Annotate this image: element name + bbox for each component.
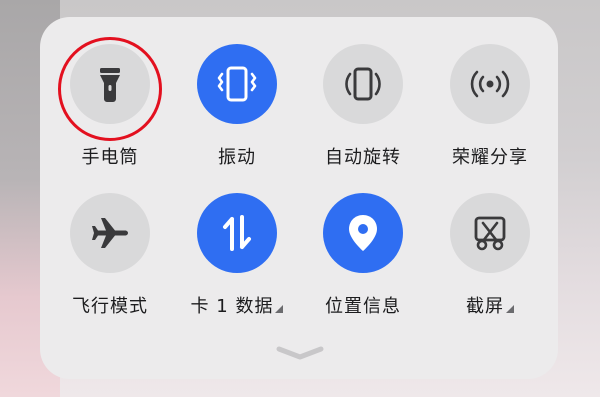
tile-mobile-data-text: 卡 1 数据 [190, 296, 274, 317]
auto-rotate-icon [345, 67, 381, 101]
tile-screenshot[interactable]: 截屏 [425, 166, 555, 317]
tile-auto-rotate-button[interactable] [323, 44, 403, 124]
tile-mobile-data[interactable]: 卡 1 数据 [172, 166, 302, 317]
tile-airplane-mode-button[interactable] [70, 193, 150, 273]
expand-corner-icon [275, 305, 284, 313]
chevron-down-icon[interactable] [275, 345, 325, 361]
tile-honor-share[interactable]: 荣耀分享 [425, 17, 555, 168]
vibrate-icon [217, 66, 257, 102]
screenshot-icon [474, 216, 506, 251]
mobile-data-icon [223, 215, 251, 251]
tile-vibrate-button[interactable] [197, 44, 277, 124]
highlight-circle-annotation [58, 37, 162, 141]
tile-auto-rotate[interactable]: 自动旋转 [298, 17, 428, 168]
tile-honor-share-button[interactable] [450, 44, 530, 124]
tile-screenshot-label: 截屏 [425, 292, 555, 318]
airplane-icon [92, 218, 128, 248]
tile-screenshot-text: 截屏 [466, 296, 504, 317]
tile-airplane-mode[interactable]: 飞行模式 [45, 166, 175, 317]
tile-location[interactable]: 位置信息 [298, 166, 428, 317]
tile-location-label: 位置信息 [325, 296, 401, 317]
tile-mobile-data-button[interactable] [197, 193, 277, 273]
honor-share-icon [470, 70, 510, 98]
tile-screenshot-button[interactable] [450, 193, 530, 273]
location-icon [349, 215, 377, 251]
expand-corner-icon [506, 305, 514, 313]
tile-location-button[interactable] [323, 193, 403, 273]
tile-vibrate[interactable]: 振动 [172, 17, 302, 168]
tile-airplane-mode-label: 飞行模式 [72, 296, 148, 317]
tile-mobile-data-label: 卡 1 数据 [172, 292, 302, 318]
